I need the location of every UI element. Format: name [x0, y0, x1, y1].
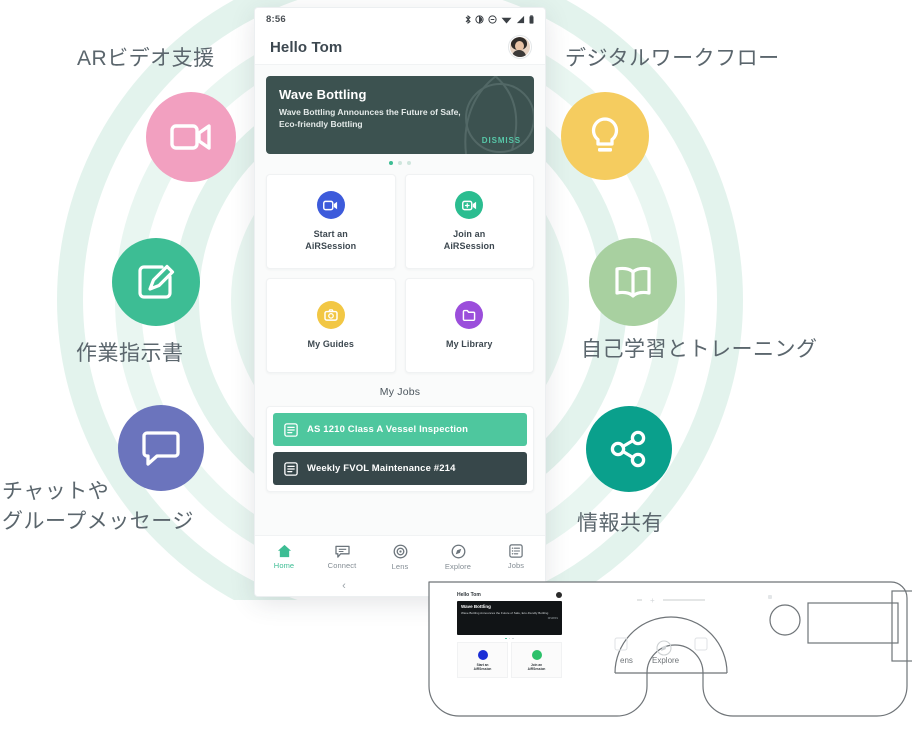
library-folder-icon [455, 301, 484, 329]
tile-join-session[interactable]: Join an AiRSession [404, 174, 534, 269]
feature-label-chat-group-message: チャットや グループメッセージ [2, 480, 194, 533]
mini-dot-3 [512, 637, 514, 640]
jobs-section-title: My Jobs [379, 386, 421, 398]
nav-label: Home [273, 561, 295, 570]
mini-tiles: Start an AiRSession Join an AiRSession [457, 642, 562, 679]
share-nodes-icon[interactable] [586, 406, 672, 492]
action-tiles: Start an AiRSession Join an AiRSession M… [266, 174, 534, 373]
explore-compass-icon [451, 544, 465, 558]
feature-label-work-instructions: 作業指示書 [76, 342, 184, 365]
phone-status-bar: 8:56 [255, 8, 545, 30]
tile-label: My Guides [307, 339, 354, 349]
carousel-dot-2[interactable] [398, 161, 402, 165]
mini-start-session-icon [477, 649, 488, 660]
carousel-dots[interactable] [266, 161, 534, 165]
svg-text:+: + [650, 596, 655, 605]
mini-carousel-dots [452, 637, 567, 640]
edit-document-icon[interactable] [112, 238, 200, 326]
job-list-icon [284, 461, 298, 476]
job-row-2[interactable]: Weekly FVOL Maintenance #214 [273, 452, 527, 485]
nav-item-home[interactable]: Home [258, 544, 310, 570]
lightbulb-icon[interactable] [561, 92, 649, 180]
nav-label: Lens [391, 561, 409, 571]
nav-label: Connect [327, 560, 357, 570]
do-not-disturb-icon [488, 14, 497, 24]
mini-banner-body: Wave Bottling Announces the Future of Sa… [461, 611, 549, 615]
mini-dot-2 [508, 637, 511, 640]
dismiss-button[interactable]: DISMISS [482, 136, 521, 145]
job-list-icon [284, 422, 298, 437]
feature-label-ar-video: ARビデオ支援 [77, 47, 215, 70]
lens-target-icon [393, 544, 407, 558]
mini-avatar [556, 592, 562, 598]
mini-app-bar: Hello Tom [452, 589, 567, 598]
tile-label: Start an AiRSession [305, 229, 357, 251]
phone-mockup: 8:56 Hello Tom Wave Bottling Wave Bottli… [255, 8, 545, 596]
home-icon [277, 544, 291, 558]
nav-item-lens[interactable]: Lens [374, 544, 426, 571]
tile-my-guides[interactable]: My Guides [266, 278, 396, 373]
mini-tile-label: Join an AiRSession [527, 662, 546, 671]
mini-tile-label: Start an AiRSession [473, 662, 492, 671]
status-time: 8:56 [266, 13, 286, 25]
job-label: AS 1210 Class A Vessel Inspection [307, 424, 469, 435]
mini-join-session-icon [531, 649, 542, 660]
tile-label: My Library [445, 339, 493, 349]
feature-label-information-sharing: 情報共有 [577, 512, 663, 535]
video-camera-icon[interactable] [146, 92, 236, 182]
glasses-mini-screen: Hello Tom Wave Bottling Wave Bottling An… [452, 589, 567, 697]
job-row-1[interactable]: AS 1210 Class A Vessel Inspection [273, 413, 527, 446]
tile-my-library[interactable]: My Library [404, 278, 534, 373]
brightness-icon [475, 14, 484, 24]
status-icons [465, 14, 534, 24]
ar-smart-glasses: + ens Explore Hello Tom Wave Bottling Wa… [415, 570, 912, 731]
avatar-body [512, 50, 526, 57]
tile-start-session[interactable]: Start an AiRSession [266, 174, 396, 269]
mini-dot-1 [505, 637, 507, 640]
mini-dismiss-label: DISMISS [547, 616, 558, 620]
app-content: Wave Bottling Wave Bottling Announces th… [255, 65, 545, 535]
mini-banner: Wave Bottling Wave Bottling Announces th… [457, 601, 562, 635]
battery-icon [529, 14, 534, 24]
guides-camera-icon [316, 301, 345, 329]
wifi-icon [501, 17, 512, 24]
connect-message-icon [334, 545, 350, 558]
app-header: Hello Tom [255, 30, 545, 65]
start-session-icon [316, 191, 345, 219]
job-label: Weekly FVOL Maintenance #214 [307, 463, 456, 474]
bluetooth-icon [465, 14, 471, 24]
carousel-dot-3[interactable] [407, 161, 411, 165]
avatar[interactable] [509, 36, 531, 58]
promo-banner[interactable]: Wave Bottling Wave Bottling Announces th… [266, 76, 534, 154]
jobs-list-icon [509, 544, 523, 558]
page-root: ARビデオ支援 作業指示書 チャットや グループメッセージ デジタルワークフロー… [0, 0, 912, 731]
glasses-overlay-label-explore: Explore [652, 656, 680, 665]
mini-greeting: Hello Tom [457, 592, 481, 598]
greeting-text: Hello Tom [270, 38, 343, 56]
nav-item-explore[interactable]: Explore [432, 544, 484, 571]
carousel-dot-1[interactable] [389, 161, 393, 165]
tile-label: Join an AiRSession [443, 229, 495, 251]
nav-item-jobs[interactable]: Jobs [490, 544, 542, 570]
open-book-icon[interactable] [589, 238, 677, 326]
mini-banner-title: Wave Bottling [461, 604, 491, 609]
join-session-icon [455, 191, 484, 219]
mini-tile-start-session: Start an AiRSession [457, 642, 508, 679]
feature-label-self-learning-training: 自己学習とトレーニング [581, 338, 818, 361]
nav-item-connect[interactable]: Connect [316, 545, 368, 570]
signal-icon [516, 15, 525, 23]
glasses-overlay-label-lens: ens [620, 656, 633, 665]
feature-label-digital-workflow: デジタルワークフロー [565, 47, 780, 70]
mini-tile-join-session: Join an AiRSession [511, 642, 562, 679]
jobs-card: AS 1210 Class A Vessel Inspection Weekly… [266, 406, 534, 492]
back-button[interactable]: ‹ [342, 580, 346, 592]
nav-label: Jobs [507, 561, 525, 570]
